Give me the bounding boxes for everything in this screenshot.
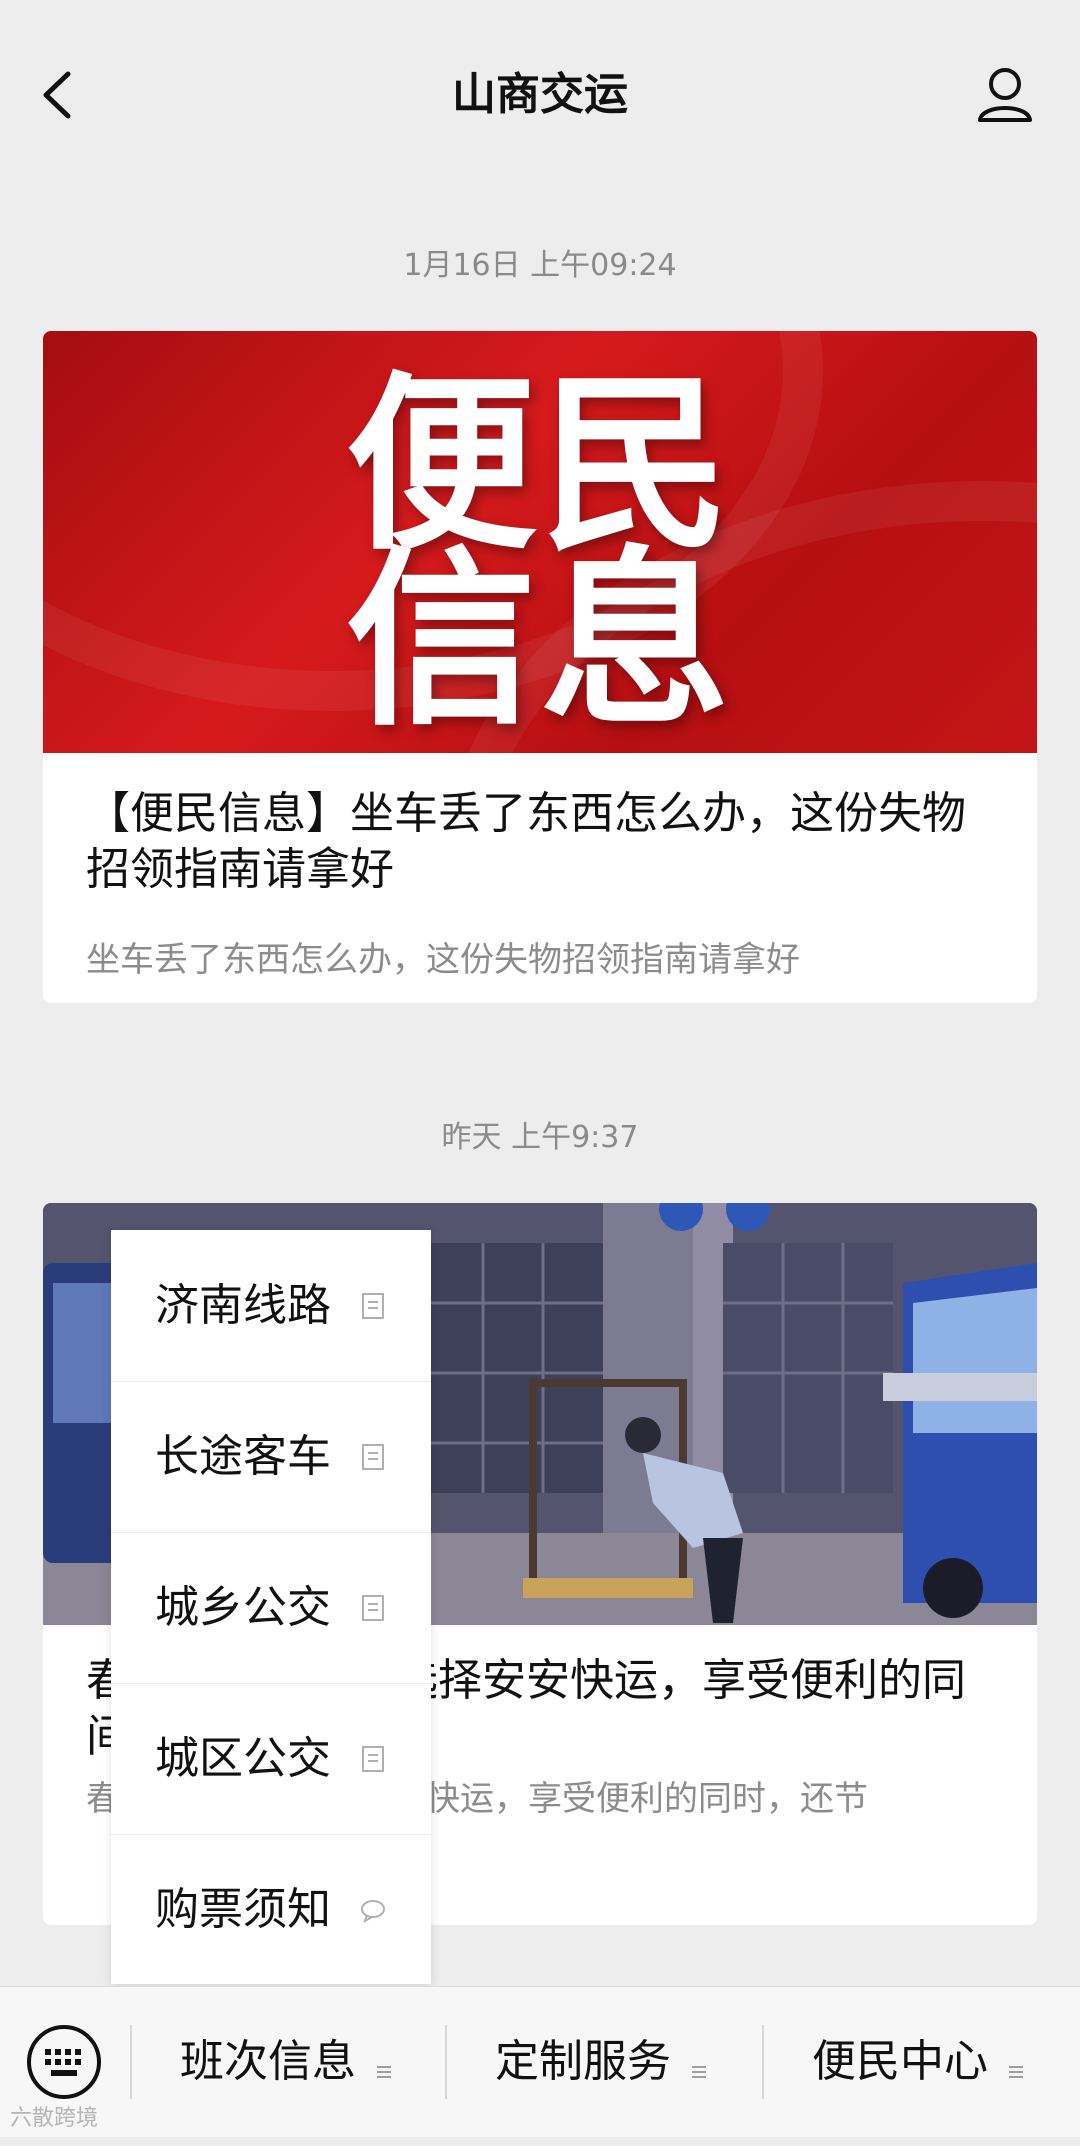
menu-lines-icon [1006,2062,1026,2082]
menu-button-schedule-info[interactable]: 班次信息 [132,1987,442,2137]
message-timestamp: 1月16日 上午09:24 [403,248,677,283]
article-description: 坐车丢了东西怎么办，这份失物招领指南请拿好 [86,940,800,980]
article-card[interactable]: 便民 信息 【便民信息】坐车丢了东西怎么办，这份失物招领指南请拿好 坐车丢了东西… [43,331,1037,1003]
menu-lines-icon [374,2062,394,2082]
bottom-menu-bar: 班次信息 定制服务 便民中心 [0,1986,1080,2137]
page-title: 山商交运 [452,69,628,120]
menu-button-custom-service[interactable]: 定制服务 [447,1987,757,2137]
submenu-item-label: 城区公交 [155,1733,331,1784]
document-icon [359,1594,387,1622]
chat-bubble-icon [359,1896,387,1924]
submenu-item-long-distance-bus[interactable]: 长途客车 [111,1381,431,1533]
menu-lines-icon [689,2062,709,2082]
document-icon [359,1443,387,1471]
article-title: 【便民信息】坐车丢了东西怎么办，这份失物招领指南请拿好 [86,788,966,895]
document-icon [359,1745,387,1773]
submenu-item-jinan-routes[interactable]: 济南线路 [111,1230,431,1382]
menu-button-label: 定制服务 [495,2036,671,2087]
submenu-item-label: 购票须知 [155,1884,331,1935]
cover-text-line: 信息 [345,530,734,751]
menu-button-label: 便民中心 [812,2036,988,2087]
watermark: 六散跨境 [10,2106,99,2131]
document-icon [359,1292,387,1320]
submenu-item-rural-bus[interactable]: 城乡公交 [111,1532,431,1684]
submenu-popup: 济南线路 长途客车 城乡公交 城区公交 购票须知 [111,1230,431,1984]
submenu-item-city-bus[interactable]: 城区公交 [111,1683,431,1835]
submenu-item-label: 长途客车 [155,1431,331,1482]
article-cover-image: 便民 信息 [43,331,1037,753]
menu-button-label: 班次信息 [180,2036,356,2087]
submenu-item-ticket-notice[interactable]: 购票须知 [111,1834,431,1985]
message-timestamp: 昨天 上午9:37 [441,1120,639,1155]
submenu-item-label: 城乡公交 [155,1582,331,1633]
user-profile-icon [978,68,1032,122]
keyboard-toggle-button[interactable] [25,2023,103,2101]
profile-button[interactable] [970,60,1040,130]
menu-button-service-center[interactable]: 便民中心 [764,1987,1074,2137]
top-navigation-bar: 山商交运 [0,0,1080,190]
keyboard-icon [27,2025,101,2099]
submenu-item-label: 济南线路 [155,1280,331,1331]
